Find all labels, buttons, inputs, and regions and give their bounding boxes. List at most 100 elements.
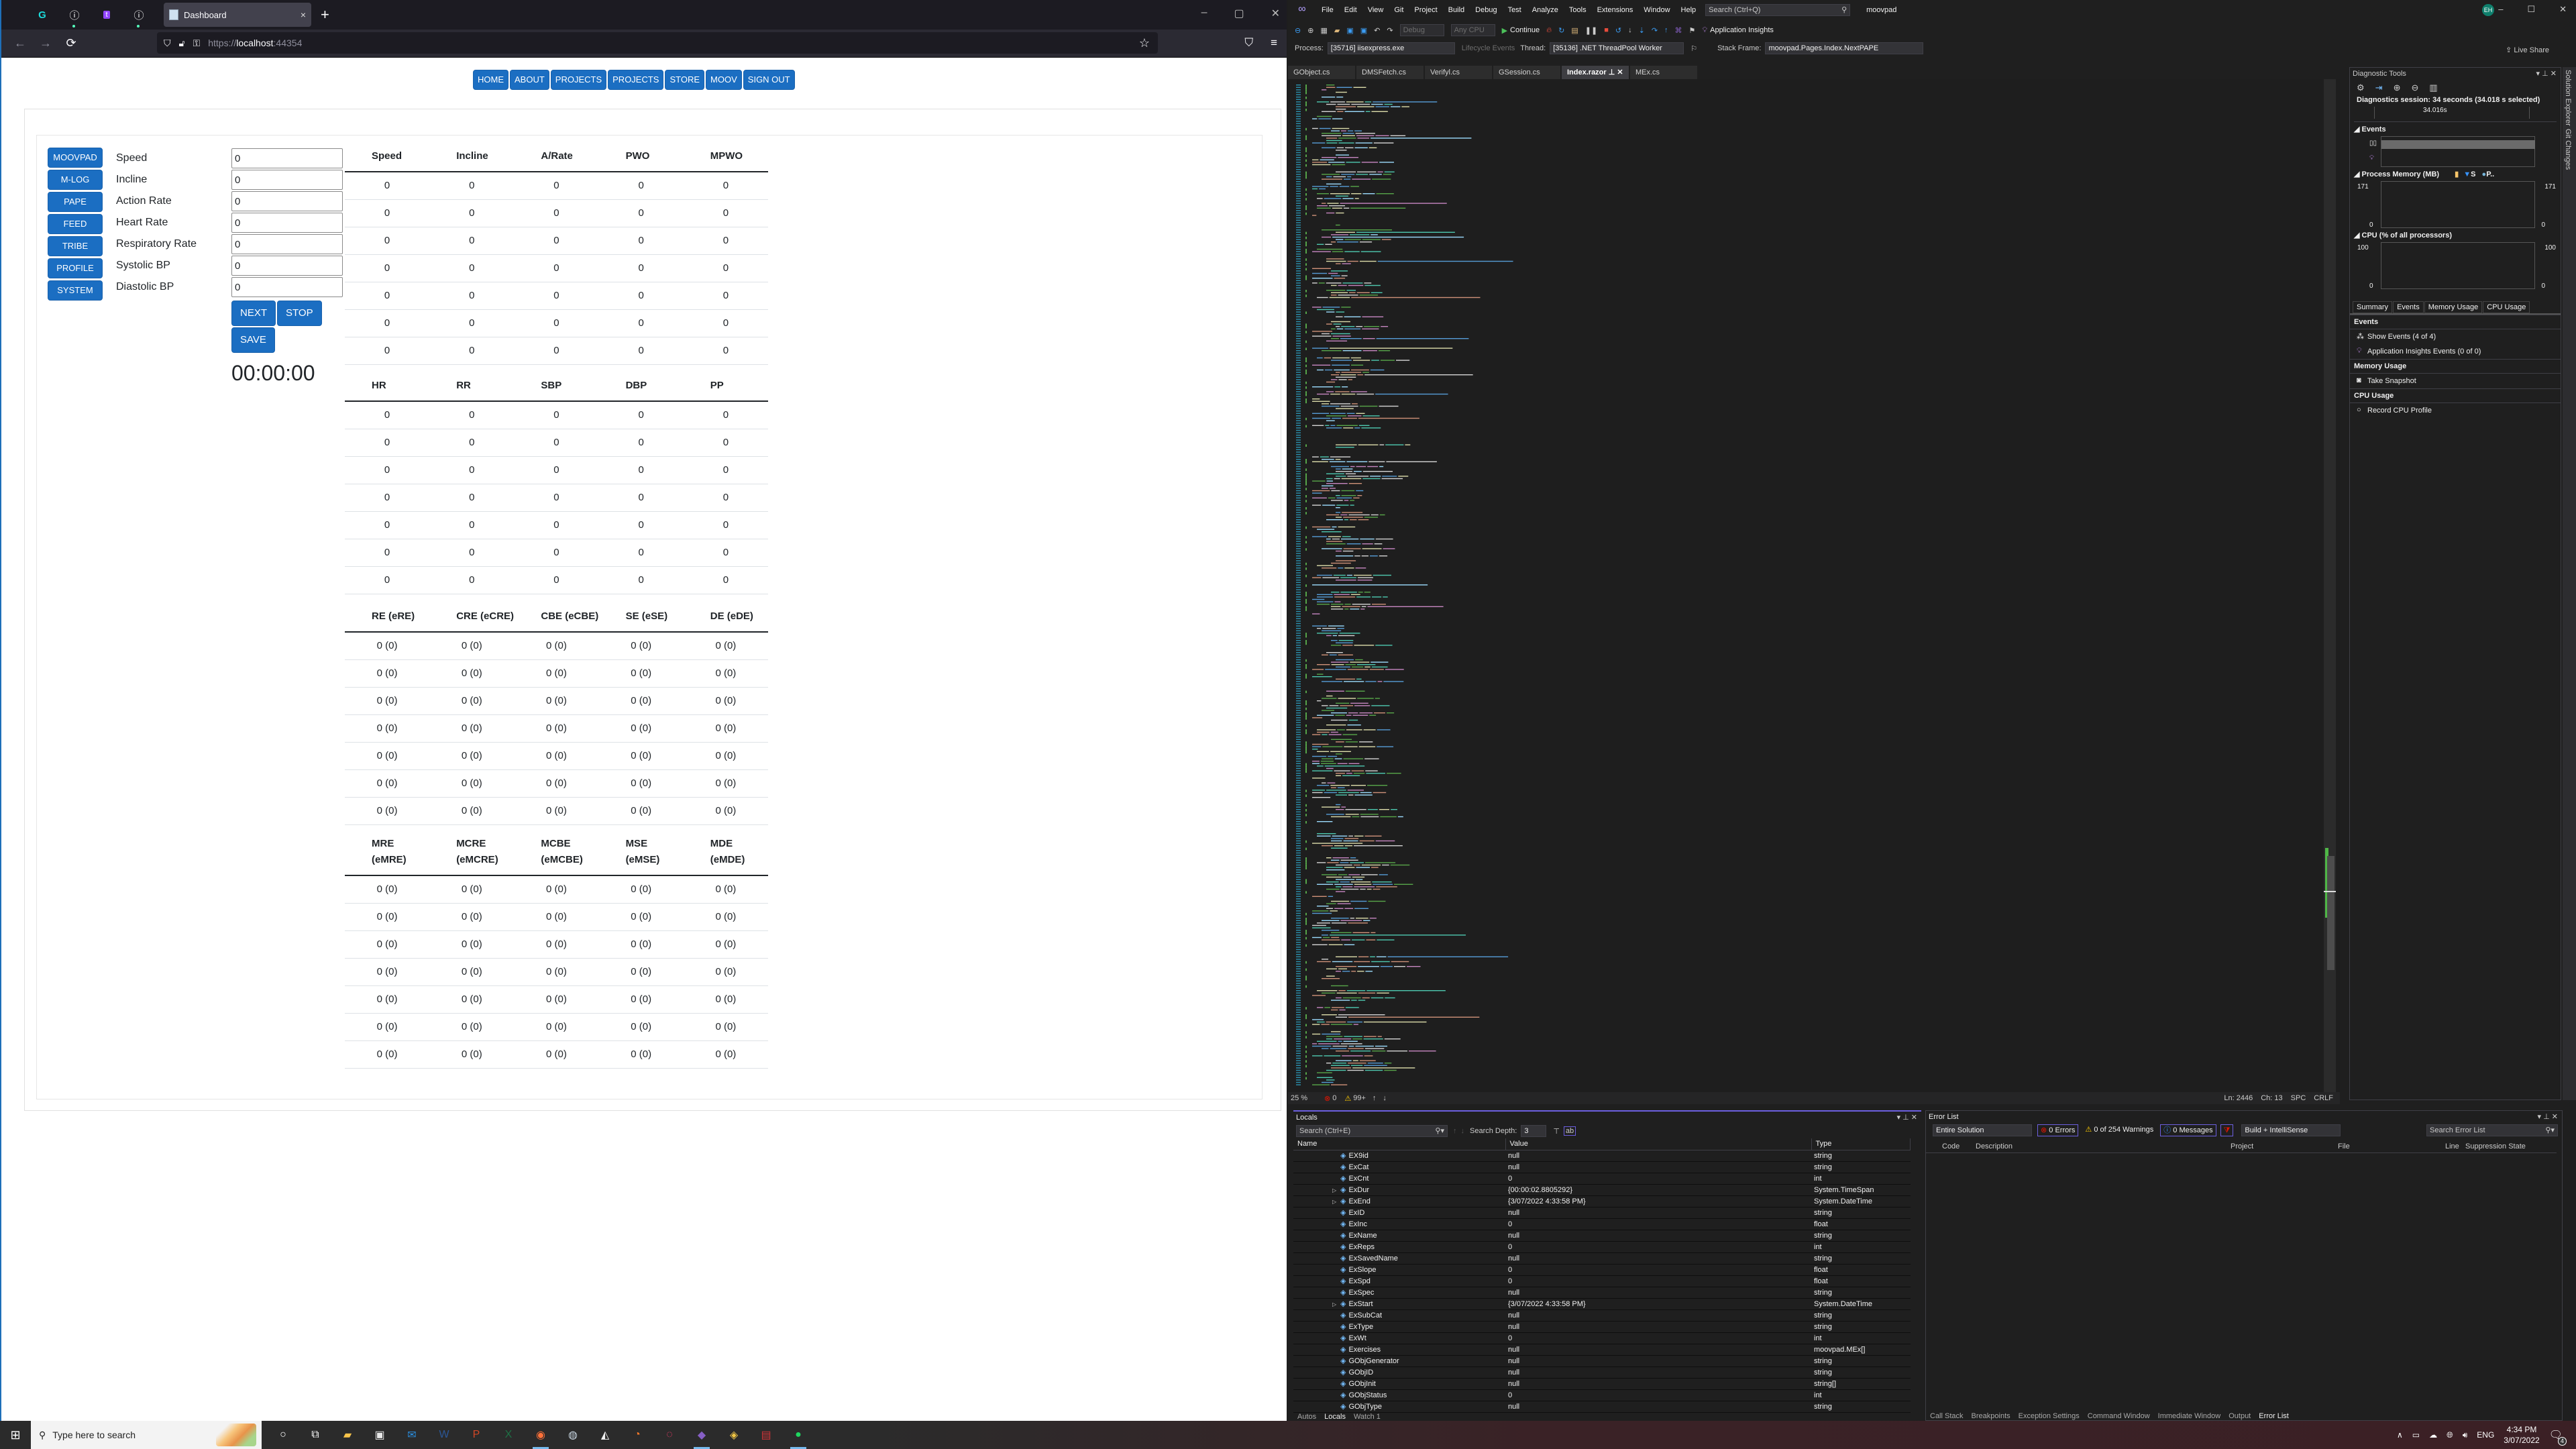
pinned-tab[interactable]: ⓘ	[67, 7, 82, 28]
show-events-link[interactable]: ⁂ Show Events (4 of 4)	[2350, 329, 2561, 344]
side-tribe-button[interactable]: TRIBE	[48, 236, 103, 256]
variable-value[interactable]: null	[1505, 1252, 1811, 1265]
tab-dashboard[interactable]: Dashboard ×	[164, 3, 311, 27]
bottom-tab[interactable]: Watch 1	[1350, 1413, 1385, 1421]
key-icon[interactable]: ⚿	[193, 38, 201, 49]
scope-dropdown[interactable]: Entire Solution	[1933, 1124, 2032, 1136]
taskbar-app[interactable]: ◔	[621, 1421, 653, 1449]
take-snapshot-button[interactable]: ◙ Take Snapshot	[2350, 374, 2561, 388]
taskbar-app[interactable]: ◆	[686, 1421, 718, 1449]
locals-row[interactable]: ◈ ExSavedName null string	[1293, 1252, 1911, 1265]
back-icon[interactable]: ←	[13, 36, 27, 50]
bottom-tab[interactable]: Error List	[2255, 1412, 2293, 1420]
bottom-tab[interactable]: Call Stack	[1926, 1412, 1968, 1420]
menu-analyze[interactable]: Analyze	[1532, 6, 1558, 14]
taskbar-app[interactable]: ⧉	[299, 1421, 331, 1449]
nav-projects-button-2[interactable]: PROJECTS	[608, 70, 664, 90]
zoom-in-icon[interactable]: ⊕	[2394, 83, 2401, 93]
expand-icon[interactable]: ▷	[1332, 1199, 1336, 1205]
error-column-header[interactable]: Line	[2443, 1140, 2463, 1153]
variable-value[interactable]: null	[1505, 1150, 1811, 1162]
locals-row[interactable]: ◈ ExWt 0 int	[1293, 1332, 1911, 1344]
thread-dropdown[interactable]: [35136] .NET ThreadPool Worker	[1550, 42, 1684, 54]
nav-signout-button[interactable]: SIGN OUT	[743, 70, 795, 90]
menu-view[interactable]: View	[1368, 6, 1384, 14]
search-next-icon[interactable]: ↓	[1461, 1127, 1465, 1135]
doc-tab[interactable]: Verifyl.cs	[1425, 66, 1492, 79]
locals-row[interactable]: ▷ ◈ ExStart {3/07/2022 4:33:58 PM} System.Da…	[1293, 1298, 1911, 1310]
menu-window[interactable]: Window	[1644, 6, 1670, 14]
variable-value[interactable]: null	[1505, 1230, 1811, 1242]
clock[interactable]: 4:34 PM 3/07/2022	[2504, 1424, 2539, 1446]
variable-value[interactable]: {3/07/2022 4:33:58 PM}	[1505, 1195, 1811, 1208]
pocket-icon[interactable]: ⛉	[1244, 36, 1253, 50]
start-button[interactable]: ⊞	[0, 1421, 31, 1449]
close-icon[interactable]: ✕	[2551, 70, 2557, 78]
menu-file[interactable]: File	[1322, 6, 1334, 14]
nav-moov-button[interactable]: MOOV	[706, 70, 742, 90]
taskbar-app[interactable]: X	[492, 1421, 525, 1449]
side-feed-button[interactable]: FEED	[48, 214, 103, 234]
volume-icon[interactable]: 🔊︎	[2463, 1430, 2468, 1440]
platform-dropdown[interactable]: Any CPU	[1450, 24, 1495, 36]
dropdown-icon[interactable]: ▾	[2538, 1113, 2542, 1121]
col-name[interactable]: Name	[1293, 1138, 1506, 1150]
solution-explorer-tab[interactable]: Solution Explorer	[2564, 70, 2572, 126]
warning-count[interactable]: 99+	[1353, 1094, 1366, 1102]
language-indicator[interactable]: ENG	[2477, 1430, 2494, 1440]
stack-frame-dropdown[interactable]: moovpad.Pages.Index.NextPAPE	[1765, 42, 1924, 54]
nav-home-button[interactable]: HOME	[473, 70, 508, 90]
nav-projects-button[interactable]: PROJECTS	[550, 70, 607, 90]
expand-icon[interactable]: ▷	[1332, 1301, 1336, 1307]
menu-help[interactable]: Help	[1681, 6, 1697, 14]
build-filter-dropdown[interactable]: Build + IntelliSense	[2241, 1124, 2341, 1136]
variable-value[interactable]: null	[1505, 1401, 1811, 1413]
errors-filter-button[interactable]: ⊗ 0 Errors	[2037, 1124, 2079, 1136]
locals-row[interactable]: ◈ ExID null string	[1293, 1207, 1911, 1219]
locals-row[interactable]: ◈ ExType null string	[1293, 1321, 1911, 1333]
variable-value[interactable]: 0	[1505, 1173, 1811, 1185]
bottom-tab[interactable]: Locals	[1320, 1413, 1350, 1421]
pause-icon[interactable]: ❚❚	[1585, 26, 1597, 35]
side-mlog-button[interactable]: M-LOG	[48, 170, 103, 190]
editor-scrollbar[interactable]	[2324, 79, 2336, 1092]
dropdown-icon[interactable]: ▾	[1897, 1114, 1901, 1122]
forward-icon[interactable]: →	[39, 36, 52, 50]
locals-row[interactable]: ◈ GObjGenerator null string	[1293, 1355, 1911, 1367]
step-over-icon[interactable]: ↷	[1652, 26, 1658, 35]
doc-tab[interactable]: GObject.cs	[1288, 66, 1355, 79]
error-column-header[interactable]	[1926, 1140, 1939, 1153]
variable-value[interactable]: {3/07/2022 4:33:58 PM}	[1505, 1298, 1811, 1310]
close-tab-icon[interactable]: ⊥ ✕	[1607, 68, 1623, 76]
doc-tab[interactable]: MEx.cs	[1630, 66, 1697, 79]
cpu-graph[interactable]: 100 0 100 0	[2357, 242, 2556, 290]
chart-help-icon[interactable]: ▥	[2429, 83, 2437, 93]
stop-debug-icon[interactable]: ■	[1604, 26, 1609, 34]
respiratory-rate-input[interactable]	[231, 234, 343, 254]
prev-issue-icon[interactable]: ↑	[1373, 1094, 1377, 1102]
locals-row[interactable]: ◈ GObjInit null string[]	[1293, 1378, 1911, 1390]
variable-value[interactable]: {00:00:02.8805292}	[1505, 1184, 1811, 1196]
vs-search-input[interactable]: Search (Ctrl+Q) ⚲	[1705, 4, 1851, 16]
col-type[interactable]: Type	[1811, 1138, 1911, 1150]
pin-icon[interactable]: ⊥	[2543, 1113, 2550, 1121]
save-all-icon[interactable]: ▣	[1360, 26, 1367, 35]
menu-edit[interactable]: Edit	[1344, 6, 1357, 14]
navigate-back-icon[interactable]: ⊖	[1295, 26, 1301, 35]
tab-cpu-usage[interactable]: CPU Usage	[2483, 301, 2530, 313]
variable-value[interactable]: null	[1505, 1366, 1811, 1379]
variable-value[interactable]: null	[1505, 1355, 1811, 1367]
doc-tab[interactable]: Index.razor ⊥ ✕	[1562, 66, 1629, 79]
close-window-button[interactable]: ✕	[1271, 7, 1280, 20]
tab-summary[interactable]: Summary	[2353, 301, 2393, 313]
new-item-icon[interactable]: ▦	[1320, 26, 1327, 35]
taskbar-app[interactable]: ○	[267, 1421, 299, 1449]
nav-store-button[interactable]: STORE	[665, 70, 705, 90]
messages-filter-button[interactable]: ⓘ 0 Messages	[2160, 1124, 2216, 1136]
bottom-tab[interactable]: Command Window	[2084, 1412, 2154, 1420]
heart-rate-input[interactable]	[231, 213, 343, 233]
variable-value[interactable]: 0	[1505, 1241, 1811, 1253]
browse-icon[interactable]: ▤	[1571, 26, 1578, 35]
bottom-tab[interactable]: Immediate Window	[2154, 1412, 2225, 1420]
locals-search-input[interactable]: Search (Ctrl+E) ⚲▾	[1296, 1125, 1448, 1137]
